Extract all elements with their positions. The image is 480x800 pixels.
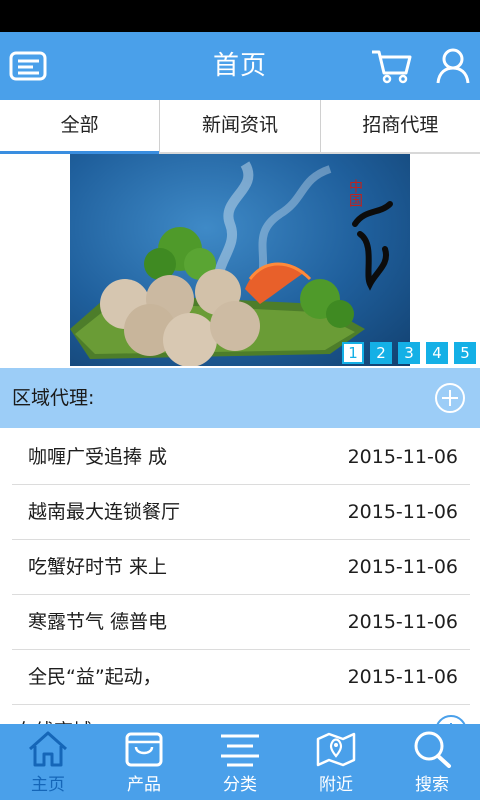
section-header-regional-agency: 区域代理:: [0, 368, 480, 428]
tab-all[interactable]: 全部: [0, 100, 161, 154]
bottom-nav: 主页 产品 分类 附近 搜索: [0, 724, 480, 800]
nav-nearby[interactable]: 附近: [288, 724, 384, 800]
news-date: 2015-11-06: [347, 556, 458, 578]
list-item[interactable]: 寒露节气 德普电 2015-11-06: [12, 595, 470, 650]
news-title: 吃蟹好时节 来上: [28, 556, 168, 578]
list-item[interactable]: 咖喱广受追捧 成 2015-11-06: [12, 430, 470, 485]
news-date: 2015-11-06: [347, 666, 458, 688]
news-date: 2015-11-06: [347, 446, 458, 468]
plus-circle-icon[interactable]: [434, 382, 466, 414]
news-title: 寒露节气 德普电: [28, 611, 168, 633]
cart-icon: [372, 50, 412, 84]
nav-label: 产品: [127, 775, 161, 795]
user-button[interactable]: [432, 46, 474, 86]
news-date: 2015-11-06: [347, 611, 458, 633]
map-icon: [316, 732, 356, 767]
menu-icon: [9, 51, 47, 81]
app-header: 首页: [0, 32, 480, 100]
list-item[interactable]: 全民“益”起动， 2015-11-06: [12, 650, 470, 705]
tab-franchise[interactable]: 招商代理: [321, 100, 480, 152]
nav-label: 分类: [223, 775, 257, 795]
list-item[interactable]: 吃蟹好时节 来上 2015-11-06: [12, 540, 470, 595]
nav-label: 附近: [319, 775, 353, 795]
search-icon: [414, 731, 451, 768]
news-date: 2015-11-06: [347, 501, 458, 523]
banner-carousel[interactable]: 中国: [70, 154, 410, 366]
status-bar: [0, 0, 480, 32]
list-icon: [221, 734, 259, 767]
tab-bar: 全部 新闻资讯 招商代理: [0, 100, 480, 154]
pager-dot[interactable]: 4: [426, 342, 448, 364]
pager-dot[interactable]: 3: [398, 342, 420, 364]
nav-label: 主页: [31, 775, 65, 795]
nav-search[interactable]: 搜索: [384, 724, 480, 800]
banner-calligraphy: 中国: [347, 179, 363, 207]
bag-icon: [125, 732, 163, 767]
pager-dot[interactable]: 1: [342, 342, 364, 364]
user-icon: [436, 48, 470, 84]
news-title: 咖喱广受追捧 成: [28, 446, 168, 468]
news-title: 全民“益”起动，: [28, 666, 162, 688]
pager-dot[interactable]: 5: [454, 342, 476, 364]
section-title: 区域代理:: [12, 387, 95, 409]
news-list: 咖喱广受追捧 成 2015-11-06 越南最大连锁餐厅 2015-11-06 …: [12, 430, 470, 705]
nav-home[interactable]: 主页: [0, 724, 96, 800]
menu-button[interactable]: [8, 46, 50, 86]
banner-image: 中国: [70, 161, 393, 366]
banner-pager: 1 2 3 4 5: [342, 342, 476, 364]
news-title: 越南最大连锁餐厅: [28, 501, 181, 523]
nav-label: 搜索: [415, 775, 449, 795]
cart-button[interactable]: [370, 46, 412, 86]
home-icon: [29, 731, 67, 767]
nav-categories[interactable]: 分类: [192, 724, 288, 800]
tab-news[interactable]: 新闻资讯: [160, 100, 321, 152]
pager-dot[interactable]: 2: [370, 342, 392, 364]
list-item[interactable]: 越南最大连锁餐厅 2015-11-06: [12, 485, 470, 540]
nav-products[interactable]: 产品: [96, 724, 192, 800]
